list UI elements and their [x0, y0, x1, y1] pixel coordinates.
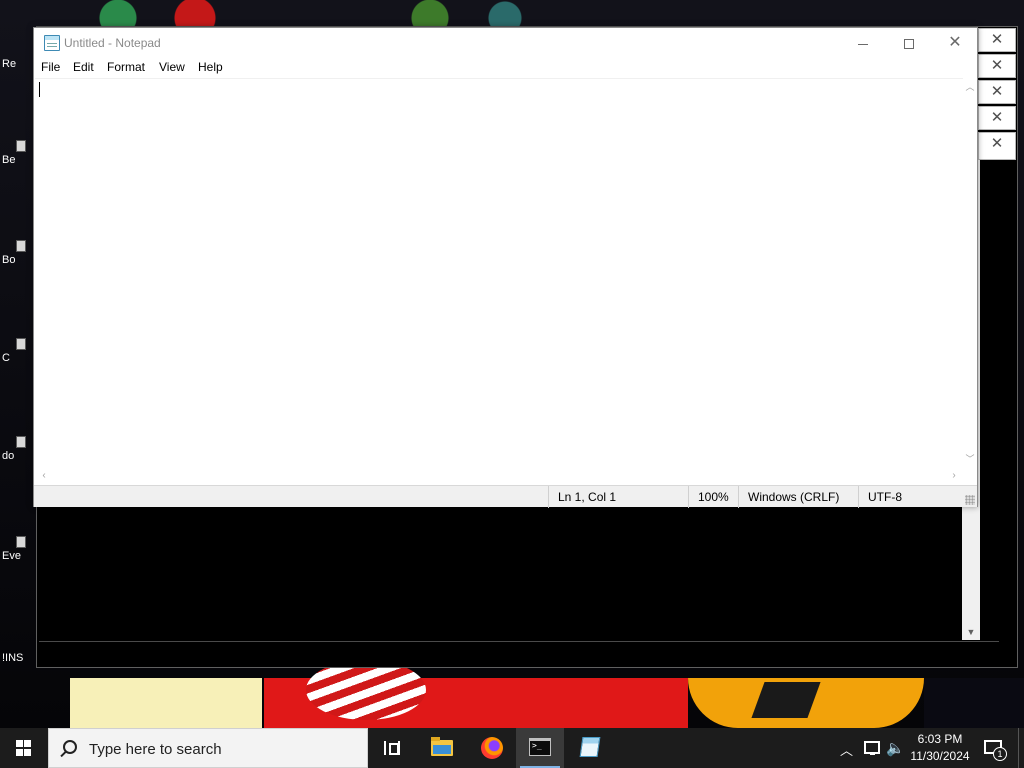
desktop-icon-recycle-bin[interactable]: Re	[2, 58, 32, 70]
title-bar[interactable]: Untitled - Notepad ✕	[34, 28, 977, 58]
desktop-icon-label: C	[2, 352, 10, 364]
minimize-button[interactable]	[840, 28, 886, 58]
maximize-button[interactable]	[886, 28, 932, 58]
network-icon[interactable]	[864, 741, 880, 755]
desktop-icon-eve[interactable]: Eve	[2, 536, 32, 562]
stacked-window-close-button[interactable]: ✕	[978, 28, 1016, 52]
menu-edit[interactable]: Edit	[73, 60, 94, 74]
close-button[interactable]: ✕	[932, 28, 978, 58]
desktop-icon-c[interactable]: C	[2, 338, 32, 364]
command-prompt-bottom-line	[39, 641, 999, 667]
windows-logo-icon	[16, 740, 32, 756]
menu-format[interactable]: Format	[107, 60, 145, 74]
notepad-icon	[579, 737, 601, 757]
notification-count-badge: 1	[993, 747, 1007, 761]
scroll-down-arrow-icon[interactable]: ▼	[962, 624, 980, 640]
close-icon: ✕	[948, 34, 962, 51]
status-line-ending: Windows (CRLF)	[738, 486, 858, 508]
notepad-window[interactable]: Untitled - Notepad ✕ File Edit Format Vi…	[33, 27, 978, 508]
window-title: Untitled - Notepad	[64, 36, 161, 50]
scroll-left-arrow-icon[interactable]: ‹	[37, 469, 51, 483]
desktop-icon-label: do	[2, 450, 15, 462]
task-view-icon	[384, 741, 400, 755]
menu-file[interactable]: File	[41, 60, 60, 74]
taskbar-search-box[interactable]: Type here to search	[48, 728, 368, 768]
show-desktop-button[interactable]	[1018, 728, 1024, 768]
clock-date[interactable]: 11/30/2024	[908, 749, 972, 763]
minimize-icon	[858, 43, 868, 45]
file-icon	[16, 338, 26, 350]
firefox-icon	[481, 737, 503, 759]
command-prompt-icon	[529, 738, 551, 756]
show-hidden-icons-chevron-icon[interactable]: ︿	[840, 740, 853, 759]
vertical-scrollbar[interactable]: ︿ ﹀	[963, 78, 977, 497]
command-prompt-taskbar-button[interactable]	[516, 728, 564, 768]
file-icon	[16, 240, 26, 252]
file-explorer-button[interactable]	[418, 728, 466, 768]
file-icon	[16, 436, 26, 448]
desktop-icon-label: Re	[2, 58, 17, 70]
desktop-icon-label: Bo	[2, 254, 16, 266]
volume-icon[interactable]: 🔈	[886, 739, 905, 757]
taskbar: Type here to search ︿ 🔈 6:03 PM 11/30/20…	[0, 728, 1024, 768]
status-encoding: UTF-8	[858, 486, 968, 508]
desktop-icon-label: Eve	[2, 550, 21, 562]
menu-bar: File Edit Format View Help	[34, 58, 977, 78]
scroll-up-arrow-icon[interactable]: ︿	[963, 80, 977, 94]
text-editor-area[interactable]	[35, 78, 963, 497]
desktop-icon-bo[interactable]: Bo	[2, 240, 32, 266]
desktop-icon-do[interactable]: do	[2, 436, 32, 462]
stacked-window-close-button[interactable]: ✕	[978, 132, 1016, 160]
menu-view[interactable]: View	[159, 60, 185, 74]
status-cursor-position: Ln 1, Col 1	[548, 486, 688, 508]
wallpaper-pumpkin	[688, 678, 924, 728]
desktop-icon-be[interactable]: Be	[2, 140, 32, 166]
desktop-icon-label: Be	[2, 154, 16, 166]
stacked-window-close-button[interactable]: ✕	[978, 54, 1016, 78]
status-bar: Ln 1, Col 1 100% Windows (CRLF) UTF-8	[34, 485, 977, 508]
search-placeholder: Type here to search	[89, 741, 222, 758]
scroll-down-arrow-icon[interactable]: ﹀	[963, 452, 977, 466]
clock-time[interactable]: 6:03 PM	[912, 732, 968, 746]
wallpaper-paper	[70, 678, 262, 728]
maximize-icon	[904, 39, 914, 50]
notepad-icon	[44, 35, 60, 51]
horizontal-scrollbar[interactable]: ‹ ›	[35, 469, 963, 483]
search-icon	[63, 740, 77, 754]
status-zoom: 100%	[688, 486, 738, 508]
stacked-window-close-button[interactable]: ✕	[978, 106, 1016, 130]
resize-grip-icon[interactable]	[965, 495, 975, 505]
text-caret	[39, 82, 40, 97]
stacked-window-close-button[interactable]: ✕	[978, 80, 1016, 104]
notepad-taskbar-button[interactable]	[566, 728, 614, 768]
menu-help[interactable]: Help	[198, 60, 223, 74]
firefox-button[interactable]	[468, 728, 516, 768]
file-icon	[16, 140, 26, 152]
scroll-right-arrow-icon[interactable]: ›	[947, 469, 961, 483]
wallpaper-flag	[264, 660, 688, 728]
desktop-icon-label: !INS	[2, 652, 24, 664]
start-button[interactable]	[0, 728, 48, 768]
wallpaper-dark	[924, 678, 1024, 728]
task-view-button[interactable]	[368, 728, 416, 768]
folder-icon	[431, 737, 453, 756]
file-icon	[16, 536, 26, 548]
desktop-icon-ins[interactable]: !INS	[2, 652, 32, 664]
